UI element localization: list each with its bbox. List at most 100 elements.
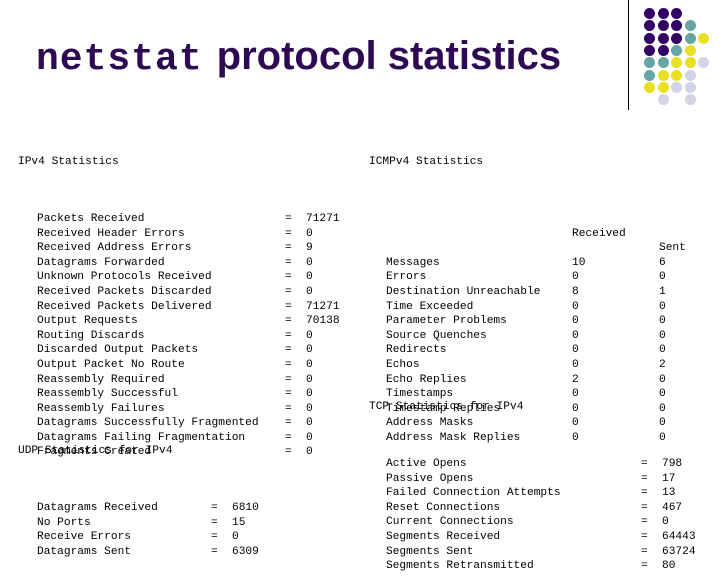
ipv4-stat-row: Received Packets Delivered = 71271 [18, 300, 340, 315]
decorative-dot [644, 57, 655, 69]
tcp-stat-row: Segments Sent = 63724 [369, 545, 696, 560]
ipv4-stat-row: Packets Received = 71271 [18, 212, 340, 227]
tcp-stat-value: 0 [662, 516, 669, 529]
tcp-stat-label: Passive Opens [386, 472, 474, 485]
tcp-stat-value: 64443 [662, 530, 696, 543]
decorative-dot [671, 81, 683, 93]
icmpv4-stat-label: Destination Unreachable [386, 285, 541, 298]
decorative-dot [657, 8, 669, 19]
tcp-stat-equals: = [641, 560, 648, 573]
decorative-dot [657, 94, 669, 106]
decorative-dot [657, 20, 669, 32]
ipv4-stat-label: Routing Discards [37, 329, 145, 342]
ipv4-stat-row: Received Address Errors = 9 [18, 241, 313, 256]
decorative-dot [698, 32, 710, 44]
tcp-stat-label: Failed Connection Attempts [386, 487, 561, 500]
ipv4-stat-row: Unknown Protocols Received = 0 [18, 270, 313, 285]
decorative-dot [671, 69, 683, 81]
icmpv4-stat-row: Messages 10 6 [369, 256, 666, 271]
decorative-dot [657, 44, 669, 56]
icmpv4-stat-received-value: 0 [572, 431, 579, 444]
icmpv4-stat-label: Source Quenches [386, 329, 487, 342]
icmpv4-stat-sent-value: 0 [659, 373, 666, 386]
ipv4-stat-equals: = [285, 431, 292, 444]
decorative-dot [671, 57, 683, 69]
tcp-stat-row: Passive Opens = 17 [369, 472, 675, 487]
icmpv4-stat-label: Errors [386, 271, 427, 284]
icmpv4-stat-received-value: 0 [572, 417, 579, 430]
ipv4-stat-label: Output Requests [37, 315, 138, 328]
ipv4-stat-row: Output Packet No Route = 0 [18, 358, 313, 373]
decorative-dot [644, 44, 655, 56]
ipv4-stat-equals: = [285, 446, 292, 459]
ipv4-stat-equals: = [285, 227, 292, 240]
page-title: netstat protocol statistics [36, 34, 561, 81]
decorative-dot [671, 44, 683, 56]
decorative-dot [671, 32, 683, 44]
udp-stat-label: No Ports [37, 516, 91, 529]
tcp-stat-label: Segments Received [386, 530, 501, 543]
decorative-dot [684, 57, 696, 69]
tcp-stat-row: Failed Connection Attempts = 13 [369, 486, 675, 501]
tcp-stat-equals: = [641, 501, 648, 514]
udp-stat-value: 0 [232, 531, 239, 544]
decorative-dot [684, 94, 696, 106]
ipv4-stat-equals: = [285, 285, 292, 298]
icmpv4-stat-label: Messages [386, 256, 440, 269]
icmpv4-stat-sent-value: 1 [659, 285, 666, 298]
tcp-stat-row: Segments Received = 64443 [369, 530, 696, 545]
ipv4-stat-equals: = [285, 300, 292, 313]
icmpv4-stat-label: Time Exceeded [386, 300, 474, 313]
decorative-dot [684, 81, 696, 93]
ipv4-stat-row: Routing Discards = 0 [18, 329, 313, 344]
icmpv4-col-received: Received [572, 227, 626, 240]
udp-stat-label: Datagrams Received [37, 501, 158, 514]
ipv4-stat-equals: = [285, 402, 292, 415]
icmpv4-stat-received-value: 0 [572, 329, 579, 342]
ipv4-stat-row: Datagrams Forwarded = 0 [18, 256, 313, 271]
ipv4-stat-label: Received Header Errors [37, 227, 185, 240]
decorative-dot [684, 44, 696, 56]
ipv4-stat-row: Received Header Errors = 0 [18, 227, 313, 242]
icmpv4-col-sent: Sent [659, 242, 686, 255]
ipv4-stat-equals: = [285, 388, 292, 401]
icmpv4-stat-sent-value: 0 [659, 300, 666, 313]
icmpv4-stat-received-value: 10 [572, 256, 586, 269]
udp-stat-row: Datagrams Received = 6810 [18, 501, 259, 516]
icmpv4-stat-row: Source Quenches 0 0 [369, 329, 666, 344]
icmpv4-stat-sent-value: 0 [659, 315, 666, 328]
tcp-stat-row: Reset Connections = 467 [369, 501, 682, 516]
icmpv4-stat-label: Redirects [386, 344, 447, 357]
decorative-dot [644, 8, 655, 19]
icmpv4-stat-received-value: 0 [572, 402, 579, 415]
udp-stat-row: Datagrams Sent = 6309 [18, 545, 259, 560]
icmpv4-stat-row: Redirects 0 0 [369, 343, 666, 358]
page-title-command: netstat [36, 38, 203, 81]
udp-stat-value: 6309 [232, 545, 259, 558]
ipv4-stat-label: Received Address Errors [37, 242, 192, 255]
ipv4-stat-label: Packets Received [37, 212, 145, 225]
udp-stat-value: 6810 [232, 501, 259, 514]
tcp-stat-equals: = [641, 457, 648, 470]
decorative-dot [644, 81, 655, 93]
icmpv4-stat-received-value: 0 [572, 388, 579, 401]
icmpv4-stat-row: Parameter Problems 0 0 [369, 314, 666, 329]
udp-statistics-section: UDP Statistics for IPv4 Datagrams Receiv… [18, 415, 259, 574]
ipv4-stat-row: Received Packets Discarded = 0 [18, 285, 313, 300]
tcp-statistics-section: TCP Statistics for IPv4 Active Opens = 798… [369, 371, 696, 588]
icmpv4-stat-received-value: 0 [572, 358, 579, 371]
icmpv4-stat-sent-value: 0 [659, 417, 666, 430]
ipv4-stat-value: 9 [306, 242, 313, 255]
decorative-dot [644, 32, 655, 44]
ipv4-stat-value: 0 [306, 285, 313, 298]
tcp-rows: Active Opens = 798 Passive Opens = 17 Failed C… [369, 457, 696, 574]
icmpv4-stat-received-value: 0 [572, 300, 579, 313]
ipv4-stat-value: 0 [306, 256, 313, 269]
ipv4-stat-equals: = [285, 329, 292, 342]
ipv4-stat-value: 71271 [306, 300, 340, 313]
icmpv4-stat-sent-value: 0 [659, 329, 666, 342]
ipv4-stat-equals: = [285, 373, 292, 386]
decorative-dot [671, 8, 683, 19]
icmpv4-stat-sent-value: 0 [659, 388, 666, 401]
ipv4-stat-value: 0 [306, 358, 313, 371]
